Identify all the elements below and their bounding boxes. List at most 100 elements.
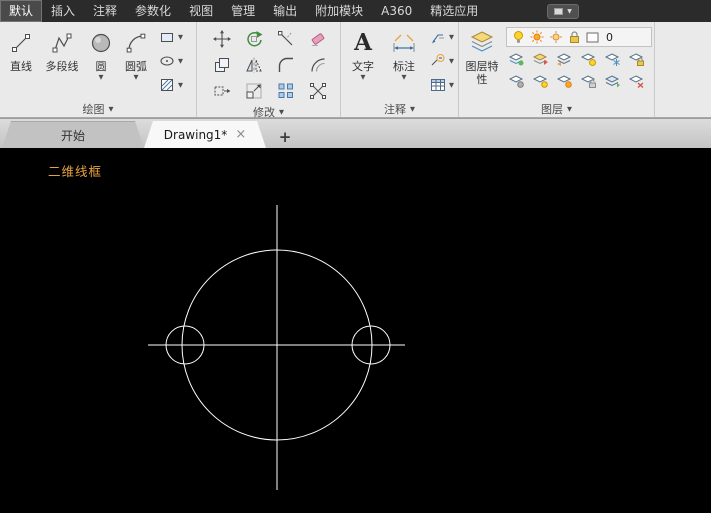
chevron-down-icon: ▼	[567, 105, 572, 113]
close-icon[interactable]: ×	[235, 128, 246, 141]
panel-modify-body	[197, 22, 340, 104]
tool-hatch[interactable]: ▼	[159, 76, 183, 94]
dropdown-arrow-icon[interactable]: ▼	[402, 73, 407, 81]
ribbon-empty-area	[655, 22, 711, 117]
file-tab-start[interactable]: 开始	[2, 121, 144, 148]
panel-title-layers-label: 图层	[541, 101, 563, 117]
dropdown-arrow-icon[interactable]: ▼	[449, 81, 454, 89]
tool-ellipse[interactable]: ▼	[159, 52, 183, 70]
dropdown-arrow-icon[interactable]: ▼	[99, 73, 104, 81]
rectangle-icon	[159, 29, 175, 45]
dropdown-arrow-icon[interactable]: ▼	[449, 57, 454, 65]
table-icon	[430, 77, 446, 93]
layer-controls: 0	[502, 25, 652, 91]
layer-match-icon[interactable]	[508, 53, 524, 66]
ribbon-tab-parametric[interactable]: 参数化	[126, 0, 180, 22]
layer-merge-icon[interactable]	[604, 75, 620, 88]
layer-tools-row-2	[506, 72, 652, 91]
layer-thaw-icon[interactable]	[556, 75, 572, 88]
panel-title-modify[interactable]: 修改 ▼	[197, 104, 340, 120]
dropdown-arrow-icon[interactable]: ▼	[178, 57, 183, 65]
leader-icon	[430, 29, 446, 45]
tool-dimension[interactable]: 标注 ▼	[382, 25, 426, 82]
layer-properties-icon	[469, 26, 495, 60]
tool-array[interactable]	[273, 80, 299, 102]
tool-arc-label: 圆弧	[125, 60, 147, 73]
tool-scale[interactable]	[241, 80, 267, 102]
layer-freeze-icon[interactable]	[604, 53, 620, 66]
tool-erase[interactable]	[305, 28, 331, 50]
ribbon-tab-insert[interactable]: 插入	[42, 0, 84, 22]
layer-on-icon[interactable]	[532, 75, 548, 88]
tool-rotate[interactable]	[241, 28, 267, 50]
layer-lock-icon[interactable]	[628, 53, 644, 66]
layer-color-swatch[interactable]	[586, 32, 599, 43]
file-tab-drawing1[interactable]: Drawing1* ×	[144, 121, 266, 148]
file-tab-start-label: 开始	[61, 127, 85, 144]
layer-current-icon[interactable]	[532, 53, 548, 66]
layer-isolate-icon[interactable]	[580, 53, 596, 66]
drawing-canvas[interactable]: 二维线框	[0, 148, 711, 513]
tool-explode[interactable]	[305, 80, 331, 102]
chevron-down-icon: ▼	[279, 108, 284, 116]
ribbon-display-toggle-button[interactable]: ▼	[547, 4, 579, 19]
ribbon-tab-manage[interactable]: 管理	[222, 0, 264, 22]
tool-trim[interactable]	[273, 28, 299, 50]
dropdown-arrow-icon[interactable]: ▼	[178, 33, 183, 41]
new-drawing-button[interactable]: +	[272, 126, 298, 148]
viewport-style-label[interactable]: 二维线框	[48, 161, 102, 180]
layer-delete-icon[interactable]	[628, 75, 644, 88]
sun-icon[interactable]	[530, 30, 544, 44]
tool-fillet[interactable]	[273, 54, 299, 76]
dropdown-arrow-icon[interactable]: ▼	[449, 33, 454, 41]
layer-unlock-icon[interactable]	[580, 75, 596, 88]
panel-title-draw[interactable]: 绘图 ▼	[0, 101, 196, 117]
file-tab-bar: 开始 Drawing1* × +	[0, 118, 711, 148]
ribbon-tab-addins[interactable]: 附加模块	[306, 0, 372, 22]
ribbon-tab-output[interactable]: 输出	[264, 0, 306, 22]
freeze-sun-icon[interactable]	[549, 30, 563, 44]
modify-tool-grid	[200, 25, 334, 104]
ribbon-tab-a360[interactable]: A360	[372, 0, 421, 22]
tool-polyline[interactable]: 多段线	[39, 25, 85, 74]
line-icon	[10, 26, 32, 60]
layer-off-icon[interactable]	[508, 75, 524, 88]
ribbon-tab-view[interactable]: 视图	[180, 0, 222, 22]
tool-line[interactable]: 直线	[3, 25, 39, 74]
layer-prev-icon[interactable]	[556, 53, 572, 66]
tool-circle-label: 圆	[96, 60, 107, 73]
panel-annotate: A 文字 ▼ 标注 ▼ ▼	[341, 22, 459, 117]
panel-layers-body: 图层特性 0	[459, 22, 654, 101]
ribbon-tab-featured-apps[interactable]: 精选应用	[421, 0, 487, 22]
tool-arc[interactable]: 圆弧 ▼	[117, 25, 155, 82]
dropdown-arrow-icon[interactable]: ▼	[134, 73, 139, 81]
tool-layer-properties[interactable]: 图层特性	[462, 25, 502, 87]
tool-stretch[interactable]	[209, 80, 235, 102]
arc-icon	[125, 26, 147, 60]
text-icon: A	[354, 26, 372, 60]
tool-offset[interactable]	[305, 54, 331, 76]
ribbon-tab-annotate[interactable]: 注释	[84, 0, 126, 22]
bulb-icon[interactable]	[512, 30, 525, 44]
tool-table[interactable]: ▼	[430, 76, 454, 94]
tool-move[interactable]	[209, 28, 235, 50]
panel-layers: 图层特性 0	[459, 22, 655, 117]
tool-copy[interactable]	[209, 54, 235, 76]
dropdown-arrow-icon[interactable]: ▼	[178, 81, 183, 89]
panel-title-layers[interactable]: 图层 ▼	[459, 101, 654, 117]
panel-title-annotate[interactable]: 注释 ▼	[341, 101, 458, 117]
ribbon-tab-bar: 默认 插入 注释 参数化 视图 管理 输出 附加模块 A360 精选应用 ▼	[0, 0, 711, 22]
ribbon-tab-home[interactable]: 默认	[0, 0, 42, 22]
lock-icon[interactable]	[568, 30, 581, 44]
drawing-geometry	[0, 148, 711, 513]
tool-mirror[interactable]	[241, 54, 267, 76]
panel-title-draw-label: 绘图	[83, 101, 105, 117]
dropdown-arrow-icon[interactable]: ▼	[361, 73, 366, 81]
layer-combo[interactable]: 0	[506, 27, 652, 47]
tool-circle[interactable]: 圆 ▼	[85, 25, 117, 82]
tool-multileader-style[interactable]: ▼	[430, 52, 454, 70]
chevron-down-icon: ▼	[410, 105, 415, 113]
tool-rectangle[interactable]: ▼	[159, 28, 183, 46]
tool-text[interactable]: A 文字 ▼	[344, 25, 382, 82]
tool-leader[interactable]: ▼	[430, 28, 454, 46]
